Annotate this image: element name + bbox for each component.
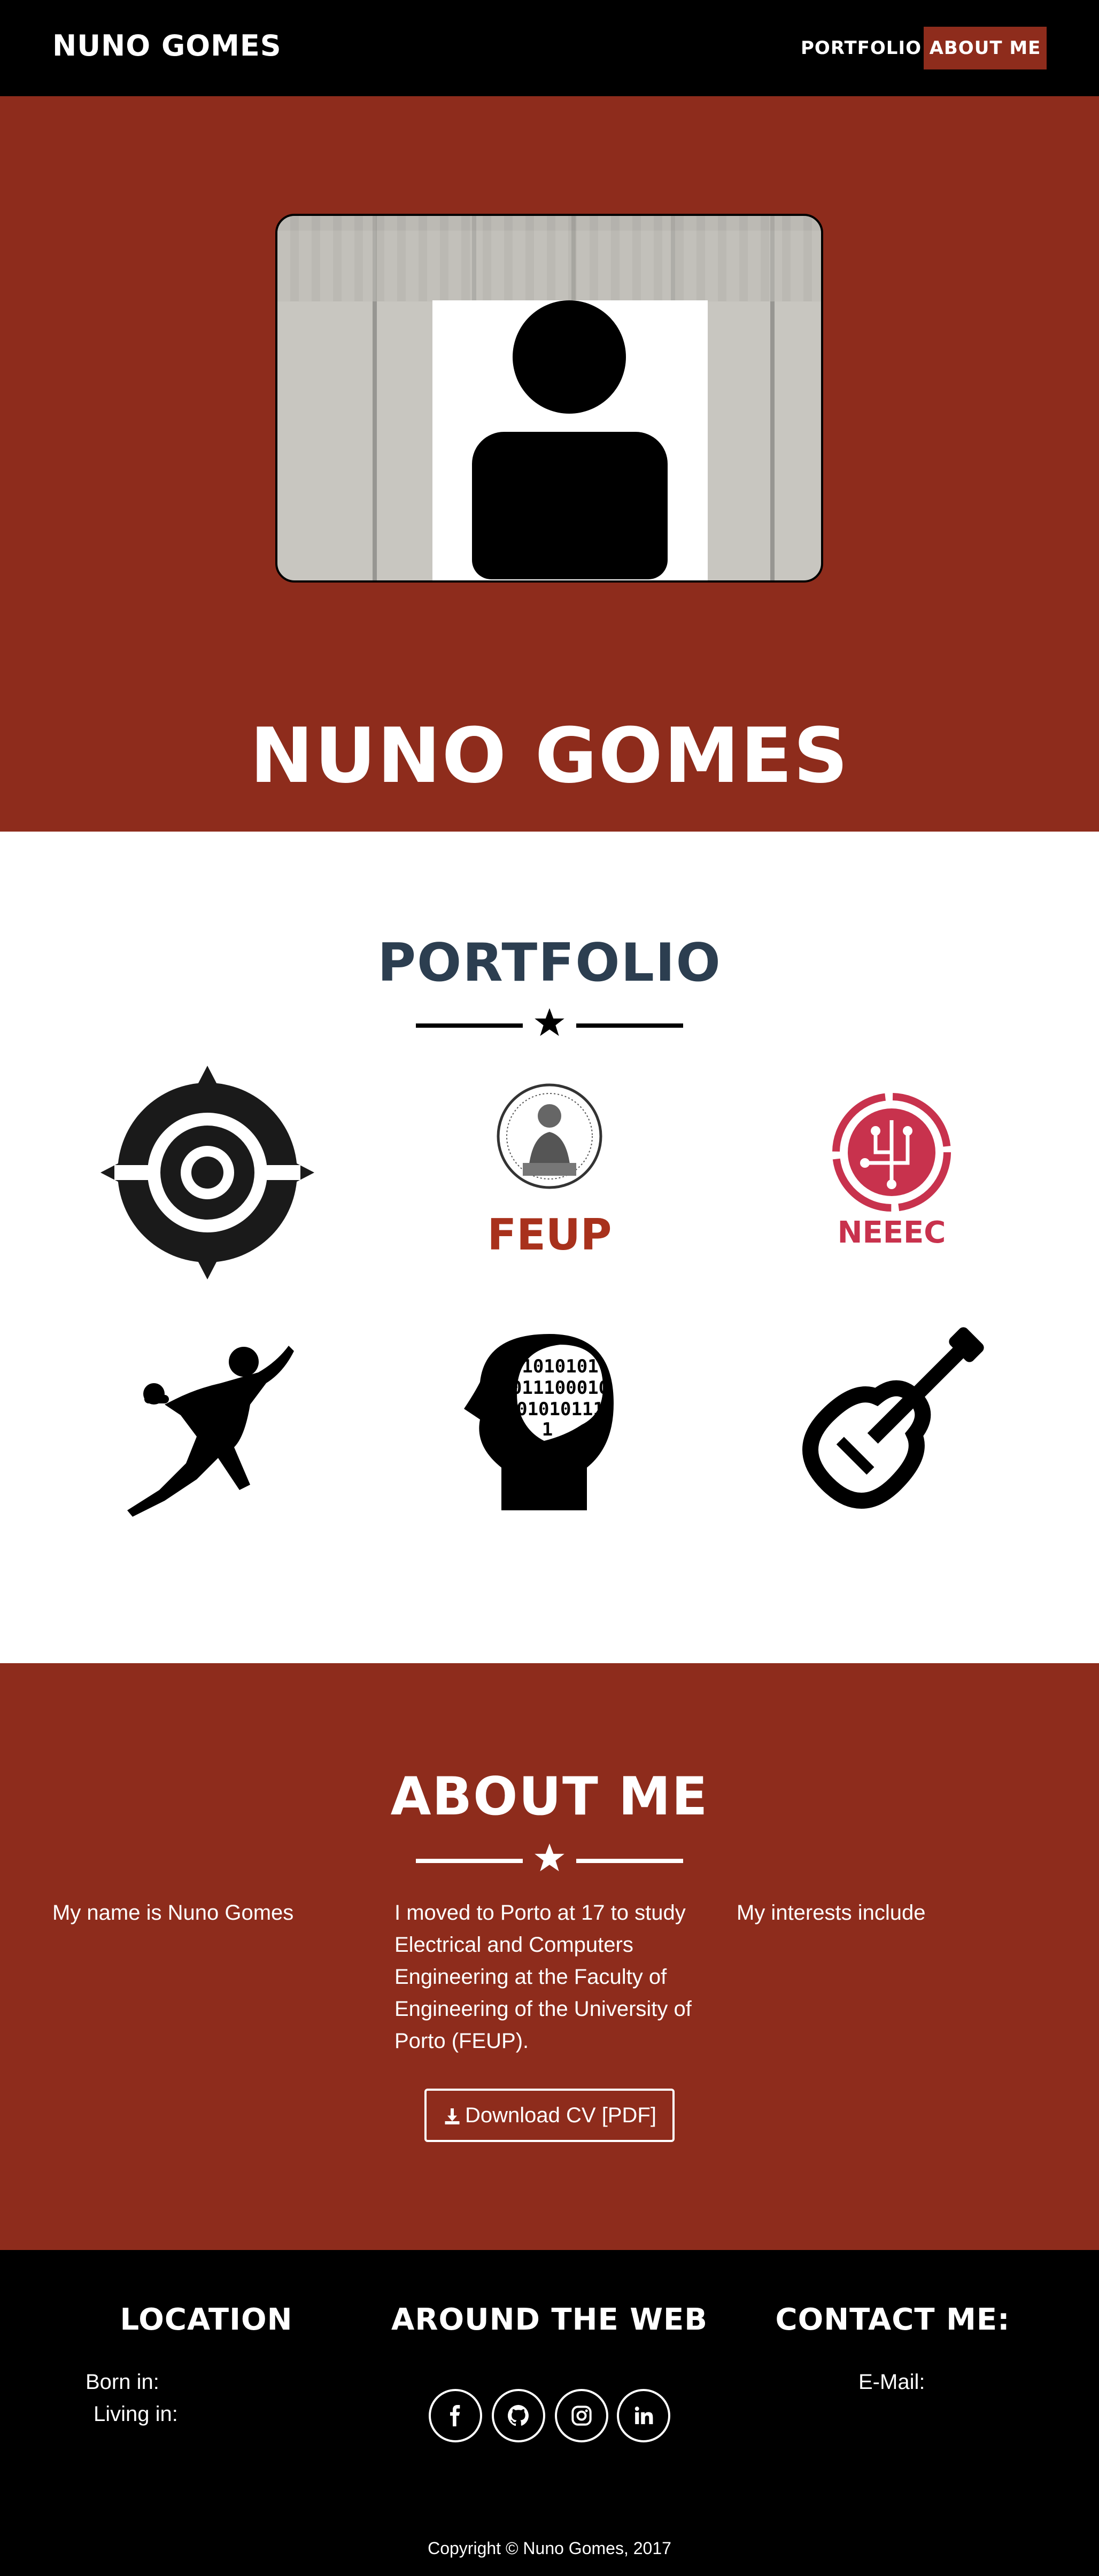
- about-section: ABOUT ME My name is Nuno Gomes I moved t…: [0, 1663, 1099, 2250]
- crosshair-emblem-icon: [100, 1066, 314, 1279]
- binary-line-1: 1010101: [522, 1356, 598, 1377]
- about-text-name: My name is Nuno Gomes: [52, 1901, 294, 1925]
- portfolio-item-handball[interactable]: [117, 1340, 341, 1565]
- stone-background: [277, 216, 821, 301]
- linkedin-link[interactable]: [617, 2389, 670, 2442]
- footer: LOCATION Born in: Living in: AROUND THE …: [0, 2250, 1099, 2576]
- portfolio-item-neeec[interactable]: NEEEC: [779, 1088, 1004, 1313]
- portfolio-item-emblem[interactable]: [95, 1060, 320, 1285]
- instagram-link[interactable]: [555, 2389, 608, 2442]
- star-divider: [416, 1007, 683, 1044]
- living-in-label: Living in:: [94, 2402, 178, 2426]
- download-cv-button[interactable]: Download CV [PDF]: [424, 2089, 675, 2142]
- profile-photo: [275, 214, 823, 583]
- portfolio-section: PORTFOLIO FEUP NEEEC 1010101 011100010 0…: [0, 832, 1099, 1663]
- about-text-interests: My interests include: [737, 1901, 926, 1925]
- binary-line-3: 01010111: [516, 1399, 604, 1420]
- download-cv-label: Download CV [PDF]: [465, 2104, 656, 2127]
- linkedin-icon: [634, 2407, 653, 2424]
- instagram-icon: [571, 2406, 592, 2426]
- location-heading: LOCATION: [120, 2302, 293, 2337]
- portfolio-item-coding[interactable]: 1010101 011100010 01010111 1: [459, 1329, 683, 1553]
- around-the-web-heading: AROUND THE WEB: [391, 2302, 708, 2337]
- divider-line-right: [576, 1023, 683, 1028]
- facebook-icon: [450, 2405, 460, 2426]
- download-icon: [445, 2108, 460, 2125]
- feup-label: FEUP: [487, 1210, 612, 1260]
- born-in-label: Born in:: [86, 2370, 159, 2394]
- divider-line-left: [416, 1859, 523, 1863]
- star-icon: [535, 1008, 564, 1036]
- github-icon: [507, 2404, 529, 2426]
- brand-logo-link[interactable]: NUNO GOMES: [52, 29, 282, 63]
- about-text-education: I moved to Porto at 17 to study Electric…: [394, 1901, 692, 2053]
- binary-head-icon: 1010101 011100010 01010111 1: [464, 1334, 614, 1510]
- handball-player-icon: [127, 1346, 294, 1517]
- github-link[interactable]: [492, 2389, 545, 2442]
- facebook-link[interactable]: [429, 2389, 482, 2442]
- user-silhouette-icon: [432, 300, 708, 580]
- guitar-icon: [802, 1327, 984, 1509]
- binary-line-4: 1: [542, 1419, 553, 1440]
- neeec-logo-icon: [832, 1093, 951, 1212]
- navbar: NUNO GOMES PORTFOLIO ABOUT ME: [0, 0, 1099, 96]
- email-label: E-Mail:: [858, 2370, 925, 2394]
- portfolio-item-guitar[interactable]: [779, 1307, 1004, 1532]
- nav-link-about-me[interactable]: ABOUT ME: [924, 27, 1047, 69]
- divider-line-right: [576, 1859, 683, 1863]
- avatar-head: [513, 300, 626, 414]
- divider-line-left: [416, 1023, 523, 1028]
- nav-link-portfolio[interactable]: PORTFOLIO: [791, 33, 931, 63]
- contact-me-heading: CONTACT ME:: [775, 2302, 1010, 2337]
- hero-section: NUNO GOMES: [0, 96, 1099, 832]
- neeec-label: NEEEC: [837, 1215, 946, 1250]
- star-divider: [416, 1842, 683, 1880]
- portfolio-item-feup[interactable]: FEUP: [437, 1083, 662, 1307]
- portfolio-heading: PORTFOLIO: [377, 933, 722, 994]
- binary-line-2: 011100010: [511, 1377, 609, 1399]
- star-icon: [535, 1843, 564, 1872]
- about-heading: ABOUT ME: [390, 1766, 709, 1827]
- hero-name-heading: NUNO GOMES: [250, 712, 849, 800]
- copyright-text: Copyright © Nuno Gomes, 2017: [428, 2539, 671, 2558]
- avatar-body: [472, 432, 668, 579]
